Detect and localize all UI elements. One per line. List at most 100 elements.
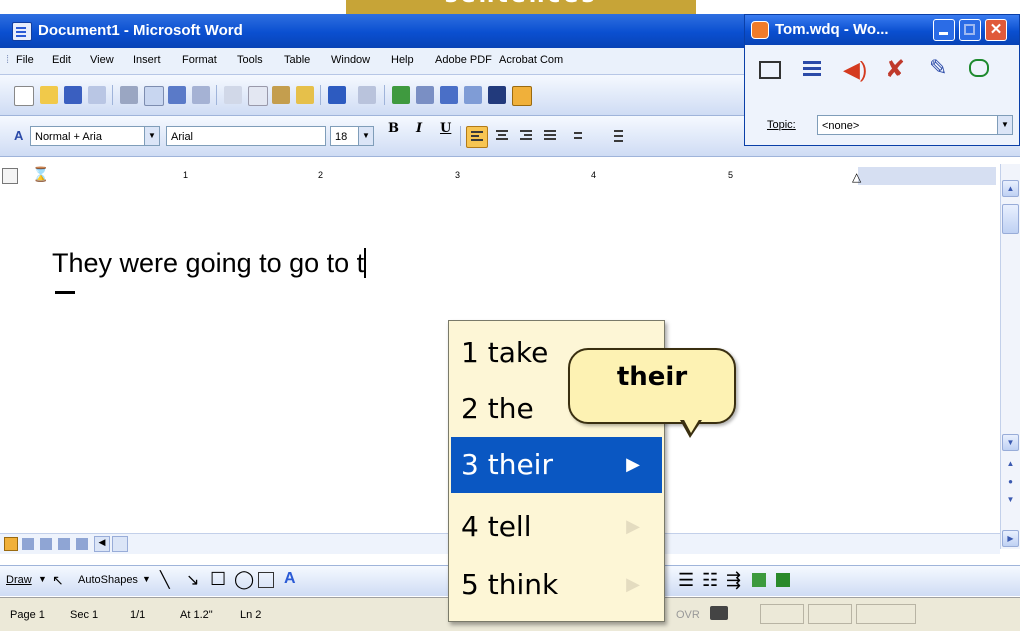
dash-style-icon[interactable]: ☷ — [702, 570, 718, 591]
autoshapes-menu[interactable]: AutoShapes — [78, 574, 138, 586]
web-view-icon[interactable] — [22, 538, 34, 550]
menu-window[interactable]: Window — [331, 54, 370, 66]
research-icon[interactable] — [192, 86, 210, 104]
3d-style-icon[interactable] — [776, 573, 790, 587]
draw-menu[interactable]: Draw — [6, 574, 32, 586]
speech-bubble-icon[interactable] — [961, 51, 997, 91]
style-combo[interactable]: Normal + Aria ▼ — [30, 126, 160, 146]
minimize-button[interactable] — [933, 19, 955, 41]
previous-page-icon[interactable]: ▲ — [1002, 456, 1019, 473]
chevron-down-icon[interactable]: ▼ — [38, 574, 47, 584]
submenu-arrow-icon[interactable]: ▶ — [626, 557, 640, 613]
select-objects-icon[interactable]: ↖ — [52, 572, 64, 589]
paste-icon[interactable] — [272, 86, 290, 104]
submenu-arrow-icon[interactable]: ▶ — [626, 499, 640, 555]
wordart-icon[interactable]: A — [284, 570, 296, 588]
document-text-line[interactable]: They were going to go to t — [52, 248, 367, 279]
copy-icon[interactable] — [248, 86, 268, 106]
scroll-right-icon[interactable]: ▶ — [1002, 530, 1019, 547]
outline-view-icon[interactable] — [58, 538, 70, 550]
insert-excel-icon[interactable] — [464, 86, 482, 104]
new-document-icon[interactable] — [14, 86, 34, 106]
save-icon[interactable] — [64, 86, 82, 104]
font-combo[interactable]: Arial — [166, 126, 326, 146]
menu-table[interactable]: Table — [284, 54, 310, 66]
menu-format[interactable]: Format — [182, 54, 217, 66]
insert-table-icon[interactable] — [440, 86, 458, 104]
bold-button[interactable]: B — [388, 121, 399, 136]
print-layout-icon[interactable] — [40, 538, 52, 550]
vertical-scrollbar[interactable]: ▲ ▼ ▲ ● ▼ ▶ — [1000, 164, 1020, 549]
align-center-button[interactable] — [492, 126, 512, 146]
spelling-icon[interactable] — [168, 86, 186, 104]
drawing-icon[interactable] — [512, 86, 532, 106]
speaker-icon[interactable]: ◀) — [835, 51, 871, 91]
format-painter-icon[interactable] — [296, 86, 314, 104]
styles-icon[interactable]: A — [14, 128, 23, 143]
scroll-down-icon[interactable]: ▼ — [1002, 434, 1019, 451]
suggestion-item[interactable]: 5 think ▶ — [451, 557, 662, 613]
keyboard-icon[interactable] — [751, 51, 787, 91]
arrow-icon[interactable]: ↘ — [186, 570, 199, 590]
redo-icon[interactable] — [358, 86, 376, 104]
text-box-icon[interactable] — [258, 572, 274, 588]
rectangle-icon[interactable]: ☐ — [210, 569, 226, 590]
right-indent-icon[interactable]: △ — [852, 170, 861, 184]
horizontal-ruler[interactable]: ⌛ 1 2 3 4 5 7 △ — [0, 164, 1000, 189]
status-ovr[interactable]: OVR — [676, 609, 700, 621]
scroll-up-icon[interactable]: ▲ — [1002, 180, 1019, 197]
hyperlink-icon[interactable] — [392, 86, 410, 104]
menu-edit[interactable]: Edit — [52, 54, 71, 66]
columns-icon[interactable] — [488, 86, 506, 104]
numbering-button[interactable] — [606, 126, 626, 146]
tom-window[interactable]: Tom.wdq - Wo... ✕ ◀) ✘ ✎ Topic: <none> ▼ — [744, 14, 1020, 146]
align-right-button[interactable] — [516, 126, 536, 146]
maximize-button[interactable] — [959, 19, 981, 41]
oval-icon[interactable]: ◯ — [234, 569, 254, 590]
chevron-down-icon[interactable]: ▼ — [142, 574, 151, 584]
menu-insert[interactable]: Insert — [133, 54, 161, 66]
line-spacing-button[interactable] — [566, 126, 586, 146]
permission-icon[interactable] — [88, 86, 106, 104]
undo-icon[interactable] — [328, 86, 346, 104]
align-left-button[interactable] — [466, 126, 488, 148]
tables-borders-icon[interactable] — [416, 86, 434, 104]
tom-title-bar[interactable]: Tom.wdq - Wo... ✕ — [745, 15, 1019, 45]
open-folder-icon[interactable] — [40, 86, 58, 104]
line-style-icon[interactable]: ☰ — [678, 570, 694, 591]
underline-button[interactable]: U — [440, 121, 451, 136]
cut-icon[interactable] — [224, 86, 242, 104]
scroll-left-icon[interactable]: ◀ — [94, 536, 110, 552]
line-icon[interactable]: ╲ — [160, 570, 170, 590]
close-icon[interactable]: ✕ — [985, 19, 1007, 41]
indent-marker-icon[interactable]: ⌛ — [32, 166, 49, 183]
menu-adobe-pdf[interactable]: Adobe PDF — [435, 54, 492, 66]
tab-selector-icon[interactable] — [2, 168, 18, 184]
menu-view[interactable]: View — [90, 54, 114, 66]
topic-select[interactable]: <none> ▼ — [817, 115, 1013, 135]
chevron-down-icon[interactable]: ▼ — [358, 127, 373, 145]
menu-tools[interactable]: Tools — [237, 54, 263, 66]
chevron-down-icon[interactable]: ▼ — [144, 127, 159, 145]
print-preview-icon[interactable] — [144, 86, 164, 106]
microphone-icon[interactable]: ✎ — [919, 51, 955, 91]
list-icon[interactable] — [793, 51, 829, 91]
justify-button[interactable] — [540, 126, 560, 146]
suggestion-item[interactable]: 4 tell ▶ — [451, 499, 662, 555]
print-icon[interactable] — [120, 86, 138, 104]
menu-help[interactable]: Help — [391, 54, 414, 66]
suggestion-item-selected[interactable]: 3 their ▶ — [451, 437, 662, 493]
spelling-status-icon[interactable] — [710, 606, 728, 620]
menu-acrobat-comments[interactable]: Acrobat Com — [499, 54, 563, 66]
horizontal-scroll-thumb[interactable] — [112, 536, 128, 552]
italic-button[interactable]: I — [416, 121, 422, 136]
select-browse-object-icon[interactable]: ● — [1002, 474, 1019, 491]
mute-icon[interactable]: ✘ — [877, 51, 913, 91]
normal-view-icon[interactable] — [4, 537, 18, 551]
menu-file[interactable]: File — [16, 54, 34, 66]
next-page-icon[interactable]: ▼ — [1002, 492, 1019, 509]
reading-layout-icon[interactable] — [76, 538, 88, 550]
shadow-style-icon[interactable] — [752, 573, 766, 587]
submenu-arrow-icon[interactable]: ▶ — [626, 437, 640, 493]
chevron-down-icon[interactable]: ▼ — [997, 116, 1012, 134]
